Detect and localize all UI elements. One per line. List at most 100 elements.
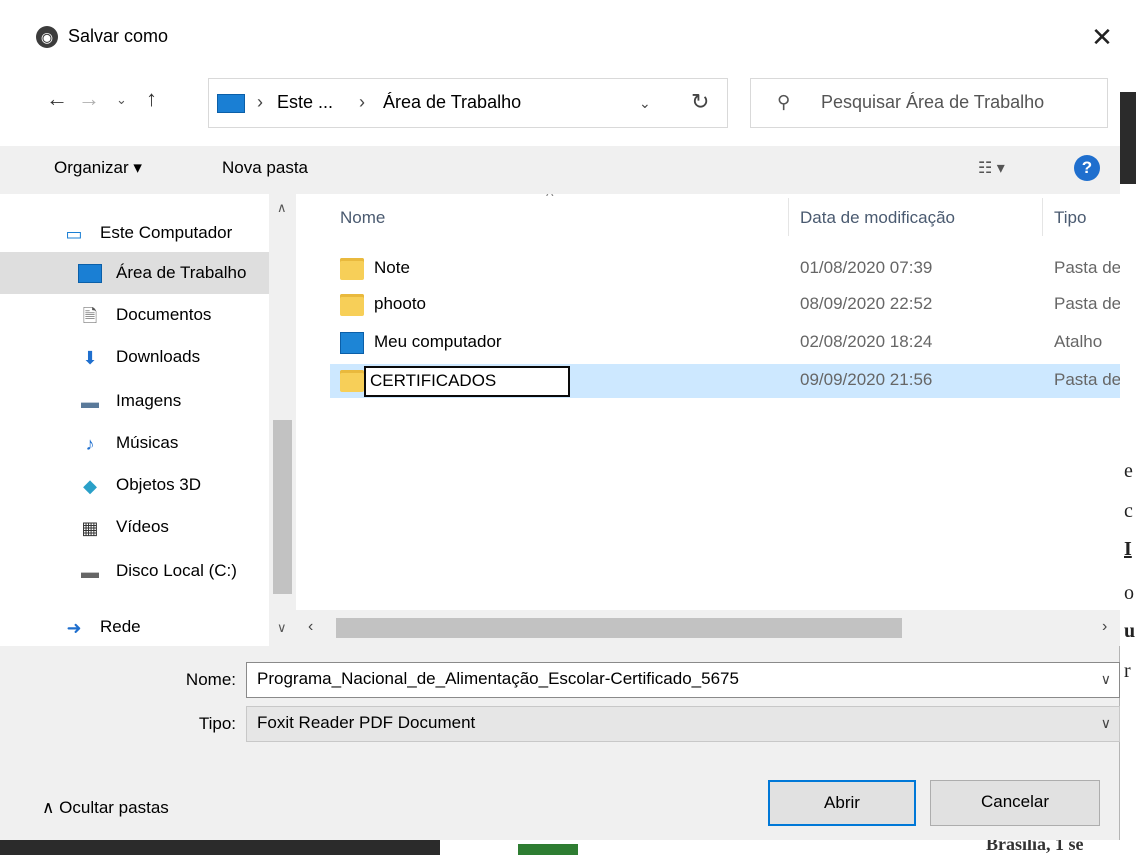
downloads-icon: ⬇ (82, 348, 98, 368)
organize-button[interactable]: Organizar ▾ (54, 158, 142, 178)
search-box[interactable]: ⚲ Pesquisar Área de Trabalho (750, 78, 1108, 128)
sidebar-item-rede[interactable]: ➜ Rede (44, 606, 269, 648)
file-row-selected[interactable]: CERTIFICADOS 09/09/2020 21:56 Pasta de (330, 364, 1120, 398)
computer-icon: ▭ (65, 224, 83, 244)
sidebar-item-label: Rede (100, 617, 141, 636)
sidebar-item-este-computador[interactable]: ▭ Este Computador (44, 212, 269, 254)
videos-icon: ▦ (81, 518, 99, 538)
navigation-bar: ← → ⌄ ↑ › Este ... › Área de Trabalho ⌄ … (0, 62, 1120, 146)
sidebar-item-area-de-trabalho[interactable]: Área de Trabalho (0, 252, 269, 294)
sidebar-item-disco-local[interactable]: ▬ Disco Local (C:) (44, 550, 269, 592)
background-footer: Brasília, 1 se (0, 834, 1136, 855)
hide-folders-button[interactable]: ∧ Ocultar pastas (42, 798, 169, 818)
search-icon: ⚲ (777, 92, 791, 112)
title-bar[interactable]: ◉ Salvar como ✕ (0, 0, 1120, 62)
new-folder-button[interactable]: Nova pasta (222, 158, 308, 178)
file-date: 01/08/2020 07:39 (800, 258, 933, 277)
file-type: Pasta de (1054, 370, 1120, 389)
search-input[interactable]: Pesquisar Área de Trabalho (821, 92, 1044, 113)
file-row[interactable]: Meu computador 02/08/2020 18:24 Atalho (330, 326, 1120, 360)
command-bar: Organizar ▾ Nova pasta ☷ ▾ ? (0, 146, 1120, 194)
sidebar-item-documentos[interactable]: 🗎 Documentos (44, 294, 269, 336)
background-green-block (518, 844, 578, 855)
file-date: 09/09/2020 21:56 (800, 370, 933, 389)
scrollbar-thumb[interactable] (273, 420, 292, 594)
breadcrumb-area-de-trabalho[interactable]: Área de Trabalho (383, 92, 521, 113)
forward-button[interactable]: → (78, 86, 100, 112)
chevron-up-icon[interactable]: ∧ (277, 200, 287, 216)
open-button[interactable]: Abrir (768, 780, 916, 826)
file-row[interactable]: phooto 08/09/2020 22:52 Pasta de (330, 288, 1120, 322)
horizontal-scrollbar[interactable]: ‹ › (296, 610, 1120, 646)
column-divider[interactable] (788, 198, 789, 236)
file-date: 02/08/2020 18:24 (800, 332, 933, 351)
sidebar-item-imagens[interactable]: ▬ Imagens (44, 380, 269, 422)
desktop-icon (78, 264, 102, 283)
drive-icon: ▬ (81, 562, 99, 582)
file-name: Meu computador (374, 332, 502, 351)
recent-locations-button[interactable]: ⌄ (116, 92, 127, 108)
file-type: Pasta de (1054, 294, 1120, 313)
column-header-nome[interactable]: Nome (340, 208, 385, 228)
file-name: Note (374, 258, 410, 277)
column-header-data[interactable]: Data de modificação (800, 208, 955, 228)
sort-ascending-icon: ^ (546, 194, 554, 205)
sidebar-item-label: Vídeos (116, 517, 169, 536)
chevron-right-icon: › (257, 92, 263, 112)
address-bar[interactable]: › Este ... › Área de Trabalho ⌄ ↻ (208, 78, 728, 128)
file-row[interactable]: Note 01/08/2020 07:39 Pasta de (330, 252, 1120, 286)
documents-icon: 🗎 (82, 306, 98, 326)
up-button[interactable]: ↑ (146, 86, 157, 112)
column-divider[interactable] (1042, 198, 1043, 236)
chevron-right-icon: › (359, 92, 365, 112)
network-icon: ➜ (66, 618, 82, 638)
background-header (1120, 92, 1136, 184)
sidebar-item-label: Área de Trabalho (116, 263, 247, 282)
back-button[interactable]: ← (46, 86, 68, 112)
folder-icon (340, 370, 364, 392)
sidebar-item-objetos-3d[interactable]: ◆ Objetos 3D (44, 464, 269, 506)
refresh-icon[interactable]: ↻ (691, 89, 709, 115)
sidebar-item-label: Objetos 3D (116, 475, 202, 494)
dialog-title: Salvar como (68, 26, 169, 46)
close-button[interactable]: ✕ (1084, 20, 1120, 56)
chevron-right-icon[interactable]: › (1102, 618, 1107, 636)
sidebar-item-label: Músicas (116, 433, 179, 452)
sidebar-item-downloads[interactable]: ⬇ Downloads (44, 336, 269, 378)
file-name-value: Programa_Nacional_de_Alimentação_Escolar… (257, 669, 739, 688)
file-type: Pasta de (1054, 258, 1120, 277)
type-label: Tipo: (198, 714, 236, 733)
chevron-down-icon[interactable]: ∨ (1101, 671, 1111, 688)
background-dark-bar (0, 840, 440, 855)
sidebar-item-musicas[interactable]: ♪ Músicas (44, 422, 269, 464)
rename-input[interactable]: CERTIFICADOS (364, 366, 570, 397)
file-type-select[interactable]: Foxit Reader PDF Document ∨ (246, 706, 1120, 742)
scrollbar-thumb[interactable] (336, 618, 902, 638)
browser-pane: ▭ Este Computador Área de Trabalho 🗎 Doc… (0, 194, 1120, 646)
objects-3d-icon: ◆ (83, 476, 97, 496)
chevron-down-icon[interactable]: ∨ (277, 620, 287, 636)
music-icon: ♪ (85, 434, 95, 454)
background-text: c (1124, 500, 1133, 522)
sidebar-scrollbar[interactable]: ∧ ∨ (269, 194, 296, 646)
chevron-down-icon[interactable]: ∨ (1101, 715, 1111, 732)
file-name: phooto (374, 294, 426, 313)
sidebar-item-label: Imagens (116, 391, 182, 410)
background-text: o (1124, 582, 1134, 604)
file-name-input[interactable]: Programa_Nacional_de_Alimentação_Escolar… (246, 662, 1120, 698)
pictures-icon: ▬ (81, 392, 99, 412)
file-type: Atalho (1054, 332, 1103, 351)
sidebar-item-videos[interactable]: ▦ Vídeos (44, 506, 269, 548)
cancel-button[interactable]: Cancelar (930, 780, 1100, 826)
sidebar-item-label: Downloads (116, 347, 201, 366)
file-date: 08/09/2020 22:52 (800, 294, 933, 313)
column-header-tipo[interactable]: Tipo (1054, 208, 1086, 228)
view-options-button[interactable]: ☷ ▾ (978, 158, 1005, 178)
help-icon[interactable]: ? (1074, 155, 1100, 181)
breadcrumb-este-computador[interactable]: Este ... (277, 92, 333, 113)
chevron-down-icon[interactable]: ⌄ (639, 95, 651, 112)
chevron-left-icon[interactable]: ‹ (308, 618, 313, 636)
background-text: e (1124, 460, 1133, 482)
save-as-dialog: ◉ Salvar como ✕ ← → ⌄ ↑ › Este ... › Áre… (0, 0, 1120, 840)
folder-icon (340, 258, 364, 280)
